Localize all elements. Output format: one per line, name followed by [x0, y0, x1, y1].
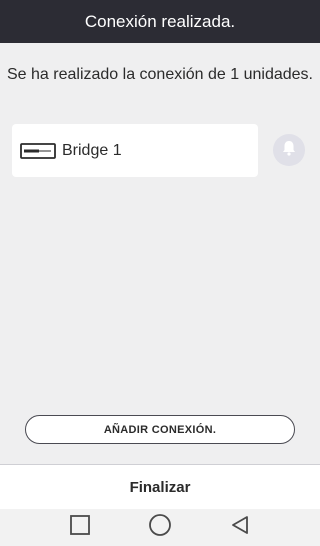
bridge-device-icon [20, 142, 56, 160]
system-navigation-bar [0, 509, 320, 546]
page-title: Conexión realizada. [84, 11, 236, 31]
home-button[interactable] [146, 514, 174, 542]
finish-button[interactable]: Finalizar [0, 465, 320, 509]
device-item-bridge-1[interactable]: Bridge 1 [12, 124, 258, 177]
finish-label: Finalizar [129, 478, 191, 496]
app-screen: Conexión realizada. Se ha realizado la c… [0, 0, 320, 546]
recent-apps-icon [69, 514, 91, 541]
recent-apps-button[interactable] [66, 514, 94, 542]
notification-button[interactable] [273, 134, 305, 166]
back-icon [229, 514, 251, 541]
connection-message: Se ha realizado la conexión de 1 unidade… [7, 66, 313, 83]
home-icon [148, 513, 172, 542]
bell-icon [280, 139, 298, 162]
title-bar: Conexión realizada. [0, 0, 320, 43]
add-connection-button[interactable]: AÑADIR CONEXIÓN. [25, 415, 295, 444]
back-button[interactable] [226, 514, 254, 542]
device-name: Bridge 1 [62, 141, 122, 159]
